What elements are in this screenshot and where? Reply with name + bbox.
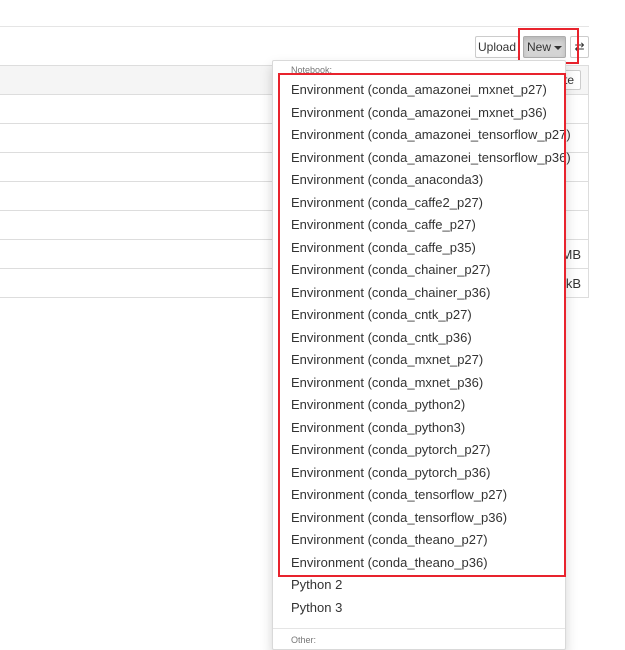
- menu-item-environment[interactable]: Environment (conda_pytorch_p27): [273, 439, 565, 461]
- menu-item-environment[interactable]: Environment (conda_pytorch_p36): [273, 462, 565, 484]
- caret-down-icon: [554, 45, 562, 50]
- menu-item-environment[interactable]: Environment (conda_cntk_p36): [273, 327, 565, 349]
- menu-item-environment[interactable]: Environment (conda_theano_p27): [273, 529, 565, 551]
- menu-item-environment[interactable]: Environment (conda_caffe_p35): [273, 237, 565, 259]
- refresh-button[interactable]: ⇄: [570, 36, 589, 58]
- new-button-label: New: [526, 40, 551, 54]
- menu-item-environment[interactable]: Environment (conda_python3): [273, 417, 565, 439]
- menu-item-environment[interactable]: Environment (conda_cntk_p27): [273, 304, 565, 326]
- menu-item-environment[interactable]: Environment (conda_mxnet_p27): [273, 349, 565, 371]
- top-divider: [0, 26, 589, 27]
- dropdown-divider: [273, 628, 565, 629]
- new-dropdown-menu: Notebook: Environment (conda_amazonei_mx…: [272, 60, 571, 650]
- menu-item-environment[interactable]: Environment (conda_python2): [273, 394, 565, 416]
- menu-item-environment[interactable]: Environment (conda_tensorflow_p27): [273, 484, 565, 506]
- menu-item-environment[interactable]: Environment (conda_amazonei_tensorflow_p…: [273, 124, 571, 146]
- menu-item-environment[interactable]: Environment (conda_tensorflow_p36): [273, 507, 565, 529]
- menu-item-environment[interactable]: Environment (conda_amazonei_mxnet_p36): [273, 102, 565, 124]
- menu-item-environment[interactable]: Environment (conda_chainer_p27): [273, 259, 565, 281]
- menu-item-kernel[interactable]: Python 2: [273, 574, 565, 596]
- menu-item-environment[interactable]: Environment (conda_caffe_p27): [273, 214, 565, 236]
- menu-item-environment[interactable]: Environment (conda_anaconda3): [273, 169, 565, 191]
- refresh-icon: ⇄: [574, 40, 585, 54]
- menu-item-environment[interactable]: Environment (conda_amazonei_mxnet_p27): [273, 79, 565, 101]
- upload-button[interactable]: Upload: [475, 36, 519, 58]
- file-size: kB: [565, 276, 581, 291]
- menu-item-environment[interactable]: Environment (conda_caffe2_p27): [273, 192, 565, 214]
- menu-item-environment[interactable]: Environment (conda_chainer_p36): [273, 282, 565, 304]
- menu-item-environment[interactable]: Environment (conda_theano_p36): [273, 552, 565, 574]
- notebook-header: Notebook:: [291, 65, 333, 75]
- new-button[interactable]: New: [523, 36, 566, 58]
- menu-item-environment[interactable]: Environment (conda_amazonei_tensorflow_p…: [273, 147, 571, 169]
- other-header: Other:: [291, 635, 317, 645]
- menu-item-environment[interactable]: Environment (conda_mxnet_p36): [273, 372, 565, 394]
- menu-item-kernel[interactable]: Python 3: [273, 597, 565, 619]
